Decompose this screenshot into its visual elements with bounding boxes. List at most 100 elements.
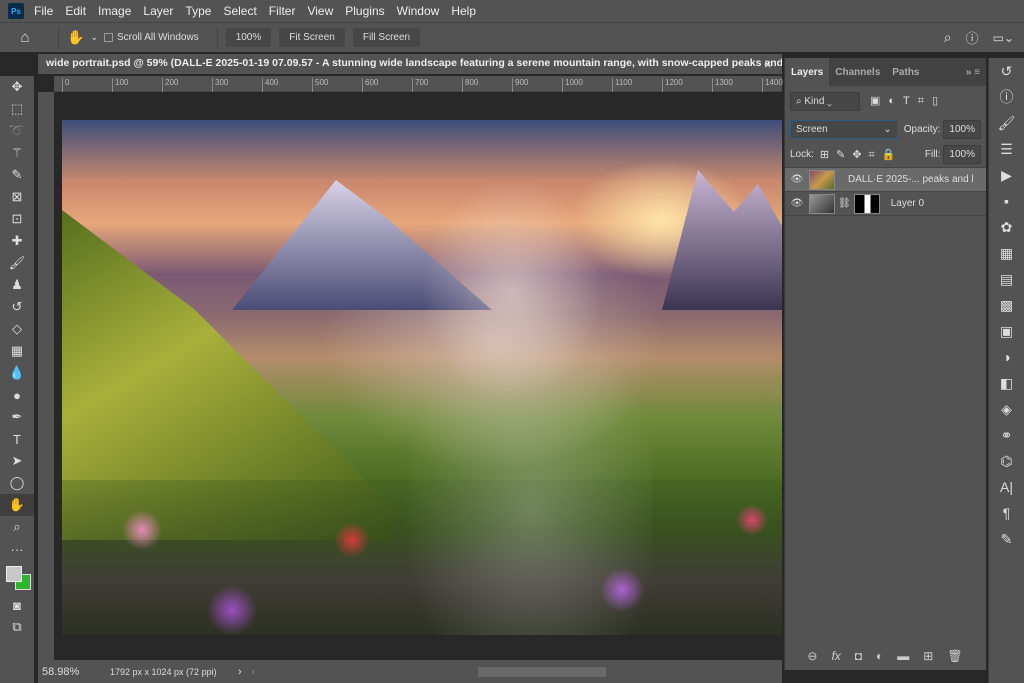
foreground-color-swatch[interactable] (6, 566, 22, 582)
character-icon[interactable]: A| (989, 474, 1024, 500)
panel-menu-icon[interactable]: » ≡ (960, 58, 986, 86)
status-arrow-icon[interactable]: › (238, 666, 242, 678)
zoom-level[interactable]: 58.98% (42, 666, 110, 678)
lasso-tool-icon[interactable]: ➰ (0, 120, 34, 142)
pen-tool-icon[interactable]: ✒ (0, 406, 34, 428)
more-tools-icon[interactable]: ··· (0, 538, 34, 560)
blend-mode-select[interactable]: Screen ⌄ (790, 119, 898, 139)
magic-wand-tool-icon[interactable]: ⚚ (0, 142, 34, 164)
new-layer-icon[interactable]: ⊞ (923, 649, 933, 663)
home-icon[interactable]: ⌂ (0, 29, 50, 46)
chevron-down-icon[interactable]: ⌄ (90, 32, 98, 43)
fill-input[interactable]: 100% (943, 145, 981, 164)
path-selection-icon[interactable]: ➤ (0, 450, 34, 472)
menu-select[interactable]: Select (223, 4, 256, 18)
blur-tool-icon[interactable]: 💧 (0, 362, 34, 384)
paths-icon[interactable]: ⌬ (989, 448, 1024, 474)
crop-tool-icon[interactable]: ⊠ (0, 186, 34, 208)
color-icon[interactable]: ✿ (989, 214, 1024, 240)
document-tab[interactable]: wide portrait.psd @ 59% (DALL-E 2025-01-… (38, 54, 782, 74)
menu-image[interactable]: Image (98, 4, 131, 18)
menu-file[interactable]: File (34, 4, 53, 18)
lock-icons[interactable]: ⊞✎✥⌗🔒 (820, 148, 903, 162)
new-group-icon[interactable]: ▬ (897, 649, 909, 663)
divider (58, 26, 59, 49)
menu-view[interactable]: View (307, 4, 333, 18)
menu-window[interactable]: Window (397, 4, 440, 18)
fill-label: Fill: (924, 149, 941, 160)
menu-edit[interactable]: Edit (65, 4, 86, 18)
layer-mask-thumbnail[interactable] (853, 193, 880, 214)
eyedropper-icon[interactable]: ✎ (0, 164, 34, 186)
menu-filter[interactable]: Filter (269, 4, 296, 18)
zoom-tool-icon[interactable]: ⌕ (0, 516, 34, 538)
glyph-icon[interactable]: ▪ (989, 188, 1024, 214)
tab-layers[interactable]: Layers (785, 58, 830, 86)
tab-paths[interactable]: Paths (886, 58, 925, 86)
fill-screen-button[interactable]: Fill Screen (352, 28, 421, 47)
hand-tool-icon[interactable]: ✋ (67, 29, 84, 46)
link-layers-icon[interactable]: ⊖ (807, 649, 817, 663)
properties-icon[interactable]: ◧ (989, 370, 1024, 396)
scroll-all-windows-checkbox[interactable] (103, 33, 113, 42)
document-image[interactable] (62, 120, 782, 635)
healing-brush-icon[interactable]: ✚ (0, 230, 34, 252)
layer-row[interactable]: 👁 DALL·E 2025-... peaks and l (785, 168, 986, 192)
scroll-left-icon[interactable]: ‹ (252, 666, 256, 678)
fit-screen-button[interactable]: Fit Screen (279, 28, 345, 47)
paragraph-icon[interactable]: ¶ (989, 500, 1024, 526)
libraries-icon[interactable]: ▣ (989, 318, 1024, 344)
marquee-tool-icon[interactable]: ⬚ (0, 98, 34, 120)
ruler-tick: 200 (162, 78, 178, 92)
tab-channels[interactable]: Channels (829, 58, 886, 86)
layer-thumbnail (809, 169, 835, 190)
adjustments-icon[interactable]: ◑ (989, 344, 1024, 370)
adjustments-sliders-icon[interactable]: ☰ (989, 136, 1024, 162)
clone-stamp-icon[interactable]: ♟ (0, 274, 34, 296)
ruler-tick: 900 (512, 78, 528, 92)
dodge-tool-icon[interactable]: ● (0, 384, 34, 406)
horizontal-scrollbar[interactable] (478, 667, 606, 677)
adjustment-layer-icon[interactable]: ◐ (876, 649, 883, 663)
fx-icon[interactable]: fx (831, 649, 840, 663)
swatches-icon[interactable]: ▦ (989, 240, 1024, 266)
type-tool-icon[interactable]: T (0, 428, 34, 450)
quick-mask-icon[interactable]: ◙ (0, 594, 34, 616)
eraser-icon[interactable]: ◇ (0, 318, 34, 340)
menu-layer[interactable]: Layer (143, 4, 173, 18)
history-brush-icon[interactable]: ↺ (0, 296, 34, 318)
trash-icon[interactable]: 🗑 (947, 649, 962, 663)
patterns-icon[interactable]: ▩ (989, 292, 1024, 318)
opacity-input[interactable]: 100% (943, 119, 981, 139)
zoom-100-button[interactable]: 100% (225, 28, 272, 47)
history-icon[interactable]: ↺ (989, 58, 1024, 84)
close-tab-icon[interactable]: × (764, 57, 772, 72)
frame-tool-icon[interactable]: ⊡ (0, 208, 34, 230)
ellipse-tool-icon[interactable]: ◯ (0, 472, 34, 494)
info-icon[interactable]: ⓘ (989, 84, 1024, 110)
move-tool-icon[interactable]: ✥ (0, 76, 34, 98)
actions-play-icon[interactable]: ▶ (989, 162, 1024, 188)
notes-icon[interactable]: ✎ (989, 526, 1024, 552)
layer-row[interactable]: 👁 ⛓ Layer 0 (785, 192, 986, 216)
screen-mode-icon[interactable]: ⧉ (0, 616, 34, 638)
hand-tool-icon[interactable]: ✋ (0, 494, 34, 516)
search-icon[interactable]: ⌕ (944, 29, 952, 46)
menu-help[interactable]: Help (451, 4, 476, 18)
visibility-eye-icon[interactable]: 👁 (785, 174, 809, 185)
filter-kind-select[interactable]: ⌕ Kind ⌄ (790, 91, 860, 111)
gradients-icon[interactable]: ▤ (989, 266, 1024, 292)
layers-icon[interactable]: ◈ (989, 396, 1024, 422)
workspace-icon[interactable]: ▭⌄ (993, 31, 1014, 45)
channels-icon[interactable]: ⚭ (989, 422, 1024, 448)
add-mask-icon[interactable]: ◘ (855, 649, 862, 663)
brush-tool-icon[interactable]: 🖌 (0, 252, 34, 274)
help-icon[interactable]: ⓘ (966, 28, 979, 47)
brush-settings-icon[interactable]: 🖌 (989, 110, 1024, 136)
menu-plugins[interactable]: Plugins (345, 4, 384, 18)
visibility-eye-icon[interactable]: 👁 (785, 198, 809, 209)
filter-type-icons[interactable]: ▣◐T⌗▯ (870, 94, 946, 108)
link-icon[interactable]: ⛓ (838, 198, 851, 209)
gradient-tool-icon[interactable]: ▦ (0, 340, 34, 362)
menu-type[interactable]: Type (185, 4, 211, 18)
